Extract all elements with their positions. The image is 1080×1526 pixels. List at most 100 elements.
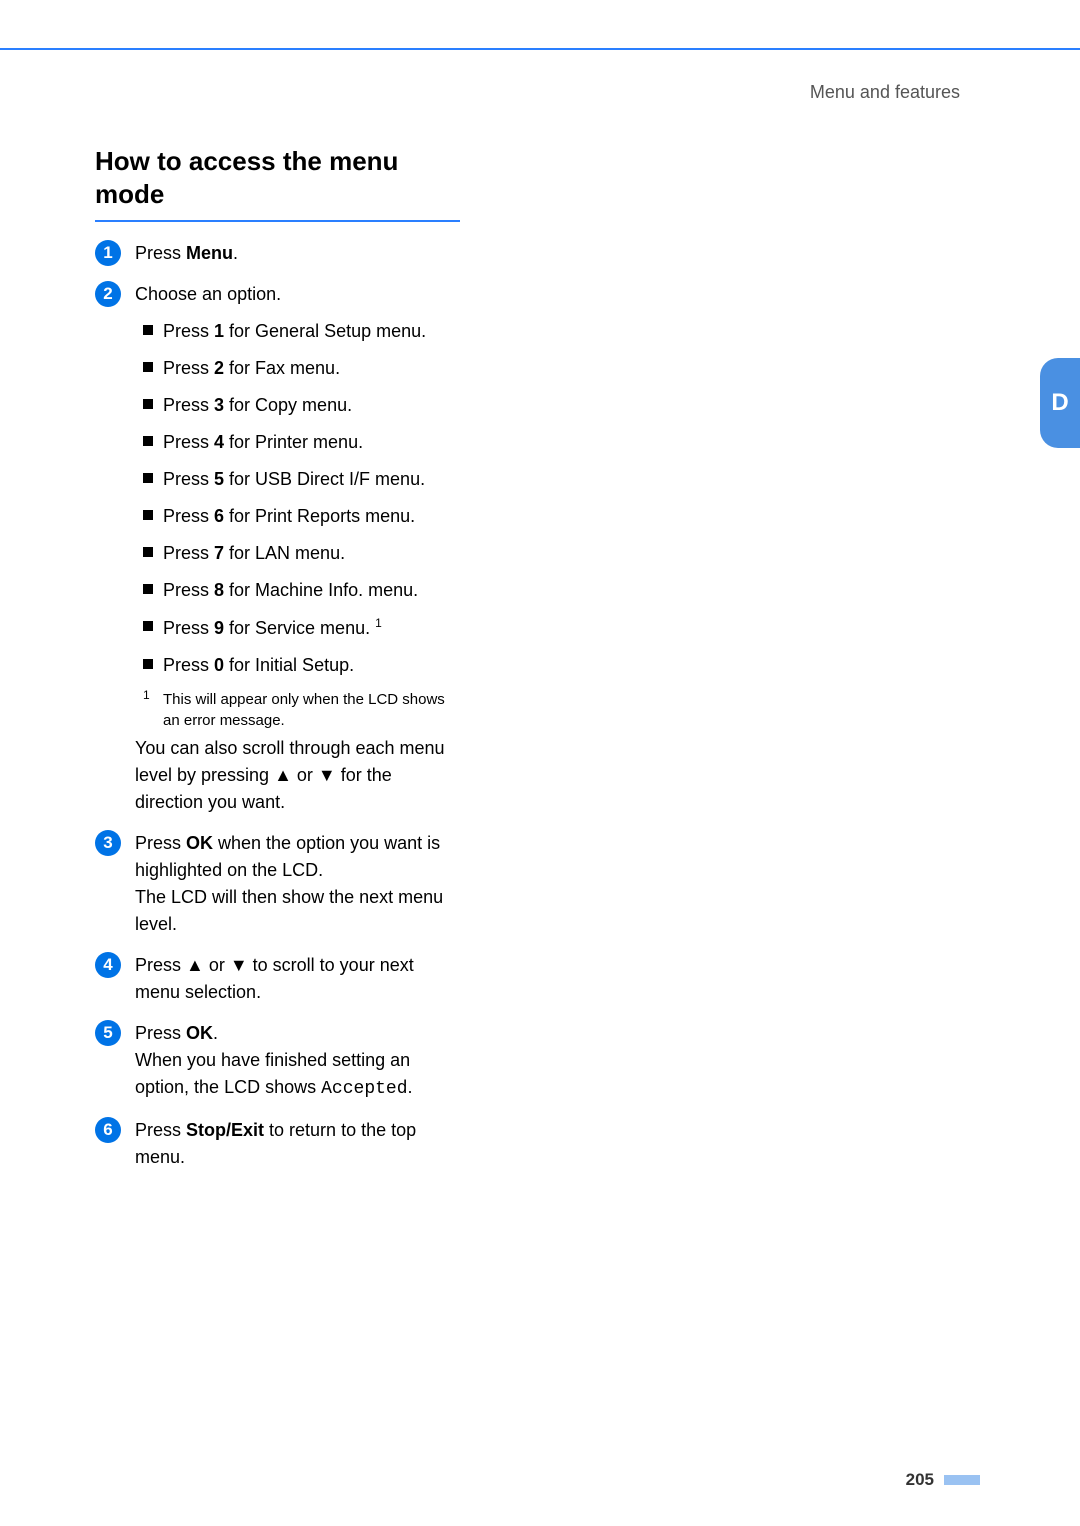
step-3-body: Press OK when the option you want is hig… xyxy=(135,833,443,934)
step-number-icon: 3 xyxy=(95,830,121,856)
page-bar-icon xyxy=(944,1475,980,1485)
opt-pre: Press xyxy=(163,618,214,638)
opt-pre: Press xyxy=(163,506,214,526)
opt-bold: 9 xyxy=(214,618,224,638)
title-rule xyxy=(95,220,460,222)
step-6-bold: Stop/Exit xyxy=(186,1120,264,1140)
opt-bold: 3 xyxy=(214,395,224,415)
opt-post: for Printer menu. xyxy=(224,432,363,452)
opt-pre: Press xyxy=(163,321,214,341)
opt-bold: 4 xyxy=(214,432,224,452)
opt-pre: Press xyxy=(163,469,214,489)
opt-bold: 7 xyxy=(214,543,224,563)
list-item: Press 8 for Machine Info. menu. xyxy=(135,577,460,604)
step-6: 6 Press Stop/Exit to return to the top m… xyxy=(95,1117,460,1171)
opt-pre: Press xyxy=(163,655,214,675)
step-number-icon: 5 xyxy=(95,1020,121,1046)
square-bullet-icon xyxy=(143,621,153,631)
step-1: 1 Press Menu. xyxy=(95,240,460,267)
step-2-text: Choose an option. xyxy=(135,284,281,304)
step-5-pre: Press xyxy=(135,1023,186,1043)
opt-post: for Service menu. xyxy=(224,618,370,638)
opt-post: for Fax menu. xyxy=(224,358,340,378)
list-item: Press 0 for Initial Setup. xyxy=(135,652,460,679)
square-bullet-icon xyxy=(143,659,153,669)
step-number-icon: 4 xyxy=(95,952,121,978)
step-5-post: . xyxy=(213,1023,218,1043)
opt-post: for USB Direct I/F menu. xyxy=(224,469,425,489)
step-2-options: Press 1 for General Setup menu. Press 2 … xyxy=(135,318,460,679)
opt-post: for Machine Info. menu. xyxy=(224,580,418,600)
step-1-text: Press Menu. xyxy=(135,243,238,263)
opt-pre: Press xyxy=(163,395,214,415)
step-5-body: Press OK. When you have finished setting… xyxy=(135,1023,413,1097)
opt-pre: Press xyxy=(163,580,214,600)
square-bullet-icon xyxy=(143,510,153,520)
list-item: Press 6 for Print Reports menu. xyxy=(135,503,460,530)
section-title: How to access the menu mode xyxy=(95,145,460,218)
step-1-post: . xyxy=(233,243,238,263)
side-tab: D xyxy=(1040,358,1080,448)
header-context: Menu and features xyxy=(810,82,960,103)
step-2: 2 Choose an option. Press 1 for General … xyxy=(95,281,460,816)
scroll-note: You can also scroll through each menu le… xyxy=(135,735,460,816)
list-item: Press 5 for USB Direct I/F menu. xyxy=(135,466,460,493)
step-5-bold: OK xyxy=(186,1023,213,1043)
step-3-extra: The LCD will then show the next menu lev… xyxy=(135,887,443,934)
opt-bold: 0 xyxy=(214,655,224,675)
list-item: Press 2 for Fax menu. xyxy=(135,355,460,382)
step-3-pre: Press xyxy=(135,833,186,853)
list-item: Press 3 for Copy menu. xyxy=(135,392,460,419)
step-6-body: Press Stop/Exit to return to the top men… xyxy=(135,1120,416,1167)
opt-post: for General Setup menu. xyxy=(224,321,426,341)
step-6-pre: Press xyxy=(135,1120,186,1140)
title-line1: How to access the menu xyxy=(95,146,398,176)
square-bullet-icon xyxy=(143,362,153,372)
square-bullet-icon xyxy=(143,436,153,446)
step-number-icon: 6 xyxy=(95,1117,121,1143)
top-rule xyxy=(0,48,1080,50)
main-content: How to access the menu mode 1 Press Menu… xyxy=(95,145,460,1185)
opt-pre: Press xyxy=(163,358,214,378)
steps-list: 1 Press Menu. 2 Choose an option. Press … xyxy=(95,240,460,1171)
opt-sup: 1 xyxy=(375,616,382,630)
step-1-pre: Press xyxy=(135,243,186,263)
square-bullet-icon xyxy=(143,584,153,594)
footnote: 1 This will appear only when the LCD sho… xyxy=(135,689,460,731)
list-item: Press 4 for Printer menu. xyxy=(135,429,460,456)
step-5-extra-post: . xyxy=(408,1077,413,1097)
square-bullet-icon xyxy=(143,399,153,409)
list-item: Press 9 for Service menu. 1 xyxy=(135,614,460,642)
page-number-wrap: 205 xyxy=(906,1470,980,1490)
title-line2: mode xyxy=(95,179,164,209)
step-number-icon: 2 xyxy=(95,281,121,307)
opt-post: for LAN menu. xyxy=(224,543,345,563)
opt-post: for Initial Setup. xyxy=(224,655,354,675)
opt-pre: Press xyxy=(163,432,214,452)
step-3: 3 Press OK when the option you want is h… xyxy=(95,830,460,938)
step-4-body: Press ▲ or ▼ to scroll to your next menu… xyxy=(135,955,414,1002)
step-4: 4 Press ▲ or ▼ to scroll to your next me… xyxy=(95,952,460,1006)
opt-pre: Press xyxy=(163,543,214,563)
square-bullet-icon xyxy=(143,547,153,557)
list-item: Press 7 for LAN menu. xyxy=(135,540,460,567)
step-5: 5 Press OK. When you have finished setti… xyxy=(95,1020,460,1103)
side-tab-letter: D xyxy=(1051,389,1068,417)
footnote-text: This will appear only when the LCD shows… xyxy=(163,691,445,729)
opt-bold: 1 xyxy=(214,321,224,341)
square-bullet-icon xyxy=(143,325,153,335)
page-number: 205 xyxy=(906,1470,934,1490)
opt-post: for Print Reports menu. xyxy=(224,506,415,526)
page: Menu and features How to access the menu… xyxy=(0,0,1080,1526)
opt-bold: 6 xyxy=(214,506,224,526)
step-number-icon: 1 xyxy=(95,240,121,266)
opt-bold: 5 xyxy=(214,469,224,489)
step-1-bold: Menu xyxy=(186,243,233,263)
opt-post: for Copy menu. xyxy=(224,395,352,415)
footnote-mark: 1 xyxy=(143,687,150,704)
step-5-extra-code: Accepted xyxy=(321,1079,407,1099)
list-item: Press 1 for General Setup menu. xyxy=(135,318,460,345)
step-3-bold: OK xyxy=(186,833,213,853)
opt-bold: 8 xyxy=(214,580,224,600)
square-bullet-icon xyxy=(143,473,153,483)
